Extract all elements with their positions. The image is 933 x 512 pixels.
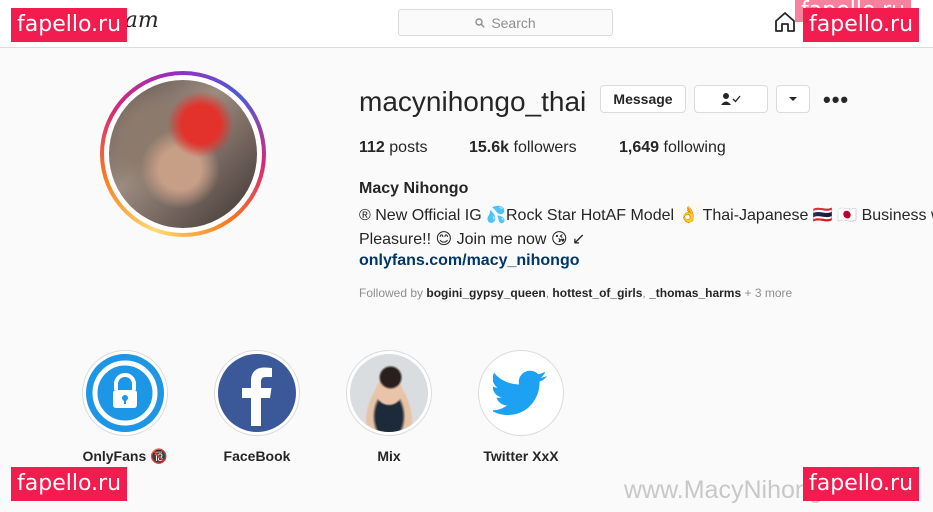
- home-icon[interactable]: [774, 11, 796, 33]
- highlight-label: OnlyFans 🔞: [82, 448, 168, 464]
- followed-by-more[interactable]: + 3 more: [744, 286, 792, 300]
- facebook-icon: [218, 354, 296, 432]
- highlight-label: Mix: [377, 448, 401, 464]
- profile-full-name: Macy Nihongo: [359, 180, 469, 197]
- message-button[interactable]: Message: [600, 85, 686, 113]
- highlight-onlyfans[interactable]: OnlyFans 🔞: [82, 350, 168, 465]
- profile-website-link[interactable]: onlyfans.com/macy_nihongo: [359, 252, 579, 270]
- search-input[interactable]: Search: [398, 9, 613, 36]
- search-icon: [475, 17, 486, 28]
- highlight-twitter[interactable]: Twitter XxX: [478, 350, 564, 464]
- followed-by-line: Followed by bogini_gypsy_queen, hottest_…: [359, 286, 793, 300]
- following-count[interactable]: 1,649 following: [619, 139, 726, 157]
- follower-link[interactable]: bogini_gypsy_queen: [426, 286, 545, 300]
- followers-count[interactable]: 15.6k followers: [469, 139, 577, 157]
- follower-link[interactable]: _thomas_harms: [649, 286, 741, 300]
- watermark-badge: fapello.ru: [11, 8, 128, 42]
- highlight-facebook[interactable]: FaceBook: [214, 350, 300, 464]
- follower-link[interactable]: hottest_of_girls: [552, 286, 642, 300]
- highlight-mix[interactable]: Mix: [346, 350, 432, 464]
- bio-line: Pleasure!! 😊 Join me now 😘 ↙: [359, 231, 586, 248]
- profile-avatar[interactable]: [100, 71, 266, 237]
- suggested-dropdown-button[interactable]: [776, 85, 810, 113]
- search-placeholder: Search: [491, 14, 536, 31]
- profile-photo: [109, 80, 257, 228]
- watermark-badge: fapello.ru: [803, 8, 920, 42]
- highlight-label: Twitter XxX: [483, 448, 559, 464]
- user-check-icon: [721, 93, 741, 105]
- padlock-icon: [86, 354, 164, 432]
- top-nav-bar: Instagram Search: [0, 0, 933, 48]
- watermark-badge: fapello.ru: [11, 467, 128, 501]
- watermark-badge: fapello.ru: [803, 467, 920, 501]
- bio-line: ® New Official IG 💦Rock Star HotAF Model…: [359, 207, 933, 224]
- profile-bio: ® New Official IG 💦Rock Star HotAF Model…: [359, 204, 933, 252]
- caret-down-icon: [789, 97, 797, 101]
- twitter-bird-icon: [482, 354, 560, 432]
- profile-username: macynihongo_thai: [359, 86, 587, 117]
- more-options-icon[interactable]: •••: [823, 87, 849, 113]
- photo-thumbnail: [350, 354, 428, 432]
- posts-count: 112 posts: [359, 139, 428, 156]
- following-button[interactable]: [694, 85, 768, 113]
- highlight-label: FaceBook: [223, 448, 291, 464]
